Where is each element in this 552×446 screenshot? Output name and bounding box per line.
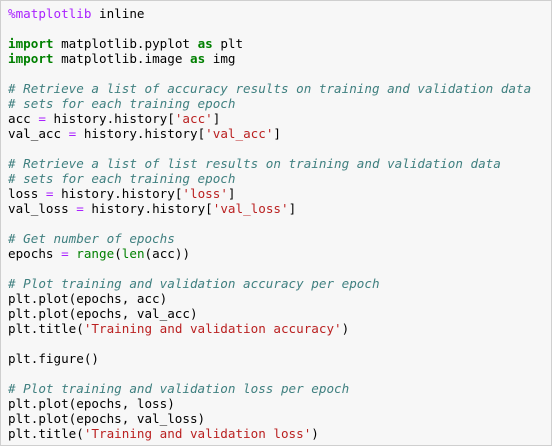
code-line: # Retrieve a list of accuracy results on… bbox=[8, 81, 531, 96]
code-line: # Plot training and validation accuracy … bbox=[8, 276, 531, 291]
code-line: # Get number of epochs bbox=[8, 231, 531, 246]
code-line: ​ bbox=[8, 141, 531, 156]
keyword-token: import bbox=[8, 51, 54, 66]
code-line: plt.plot(epochs, val_acc) bbox=[8, 306, 531, 321]
code-token: img bbox=[205, 51, 236, 66]
code-token: history.history[ bbox=[53, 186, 183, 201]
string-token: 'Training and validation loss' bbox=[83, 426, 312, 441]
code-line: plt.title('Training and validation loss'… bbox=[8, 426, 531, 441]
code-token: epochs bbox=[8, 246, 62, 261]
comment-token: # Retrieve a list of list results on tra… bbox=[8, 156, 501, 171]
string-token: 'val_acc' bbox=[205, 126, 274, 141]
code-token: history.history[ bbox=[76, 126, 206, 141]
operator-token: = bbox=[61, 246, 69, 261]
code-line: ​ bbox=[8, 366, 531, 381]
code-token: ] bbox=[212, 111, 221, 126]
string-token: 'Training and validation accuracy' bbox=[83, 321, 342, 336]
code-token: matplotlib.image bbox=[53, 51, 190, 66]
code-token: (acc)) bbox=[144, 246, 191, 261]
code-token: plt.plot(epochs, val_acc) bbox=[8, 306, 198, 321]
code-token: ( bbox=[114, 246, 122, 261]
code-editor[interactable]: %matplotlib inline​import matplotlib.pyp… bbox=[8, 6, 531, 441]
code-token: plt.title( bbox=[8, 426, 84, 441]
comment-token: # Retrieve a list of accuracy results on… bbox=[8, 81, 532, 96]
code-token: ) bbox=[311, 426, 319, 441]
operator-token: = bbox=[38, 111, 46, 126]
builtin-token: range bbox=[76, 246, 115, 261]
code-token: matplotlib.pyplot bbox=[53, 36, 198, 51]
code-line: acc = history.history['acc'] bbox=[8, 111, 531, 126]
operator-token: = bbox=[76, 201, 84, 216]
string-token: 'val_loss' bbox=[212, 201, 289, 216]
string-token: 'loss' bbox=[182, 186, 228, 201]
code-token: history.history[ bbox=[83, 201, 213, 216]
code-line: import matplotlib.image as img bbox=[8, 51, 531, 66]
code-line: ​ bbox=[8, 216, 531, 231]
code-token: ] bbox=[288, 201, 297, 216]
code-line: %matplotlib inline bbox=[8, 6, 531, 21]
keyword-token: import bbox=[8, 36, 54, 51]
code-token: plt.title( bbox=[8, 321, 84, 336]
code-token: plt.plot(epochs, acc) bbox=[8, 291, 168, 306]
code-token: plt.figure() bbox=[8, 351, 99, 366]
code-line: loss = history.history['loss'] bbox=[8, 186, 531, 201]
code-line: import matplotlib.pyplot as plt bbox=[8, 36, 531, 51]
code-line: plt.plot(epochs, val_loss) bbox=[8, 411, 531, 426]
code-token: val_loss bbox=[8, 201, 77, 216]
code-line: # Retrieve a list of list results on tra… bbox=[8, 156, 531, 171]
comment-token: # sets for each training epoch bbox=[8, 96, 236, 111]
code-line: # sets for each training epoch bbox=[8, 96, 531, 111]
code-token: inline bbox=[91, 6, 145, 21]
code-line: # sets for each training epoch bbox=[8, 171, 531, 186]
string-token: 'acc' bbox=[174, 111, 213, 126]
code-token: plt.plot(epochs, loss) bbox=[8, 396, 175, 411]
code-line: plt.title('Training and validation accur… bbox=[8, 321, 531, 336]
code-token: loss bbox=[8, 186, 46, 201]
code-line: val_acc = history.history['val_acc'] bbox=[8, 126, 531, 141]
code-token: ] bbox=[227, 186, 236, 201]
keyword-token: as bbox=[189, 51, 206, 66]
code-token: val_acc bbox=[8, 126, 69, 141]
code-line: ​ bbox=[8, 261, 531, 276]
code-line: ​ bbox=[8, 336, 531, 351]
code-line: epochs = range(len(acc)) bbox=[8, 246, 531, 261]
code-token: ] bbox=[273, 126, 282, 141]
comment-token: # Plot training and validation accuracy … bbox=[8, 276, 380, 291]
builtin-token: len bbox=[121, 246, 145, 261]
comment-token: # Get number of epochs bbox=[8, 231, 175, 246]
code-line: val_loss = history.history['val_loss'] bbox=[8, 201, 531, 216]
code-token: acc bbox=[8, 111, 39, 126]
comment-token: # Plot training and validation loss per … bbox=[8, 381, 350, 396]
code-token: history.history[ bbox=[45, 111, 175, 126]
keyword-token: as bbox=[197, 36, 213, 51]
code-line: plt.plot(epochs, acc) bbox=[8, 291, 531, 306]
code-line: plt.plot(epochs, loss) bbox=[8, 396, 531, 411]
code-token: plt bbox=[212, 36, 244, 51]
code-line: ​ bbox=[8, 66, 531, 81]
code-line: ​ bbox=[8, 21, 531, 36]
code-cell-input[interactable]: %matplotlib inline​import matplotlib.pyp… bbox=[0, 0, 552, 446]
operator-token: = bbox=[45, 186, 54, 201]
magic-command-token: %matplotlib bbox=[8, 6, 92, 21]
code-line: plt.figure() bbox=[8, 351, 531, 366]
comment-token: # sets for each training epoch bbox=[8, 171, 236, 186]
code-token: plt.plot(epochs, val_loss) bbox=[8, 411, 206, 426]
code-token: ) bbox=[341, 321, 350, 336]
code-line: # Plot training and validation loss per … bbox=[8, 381, 531, 396]
